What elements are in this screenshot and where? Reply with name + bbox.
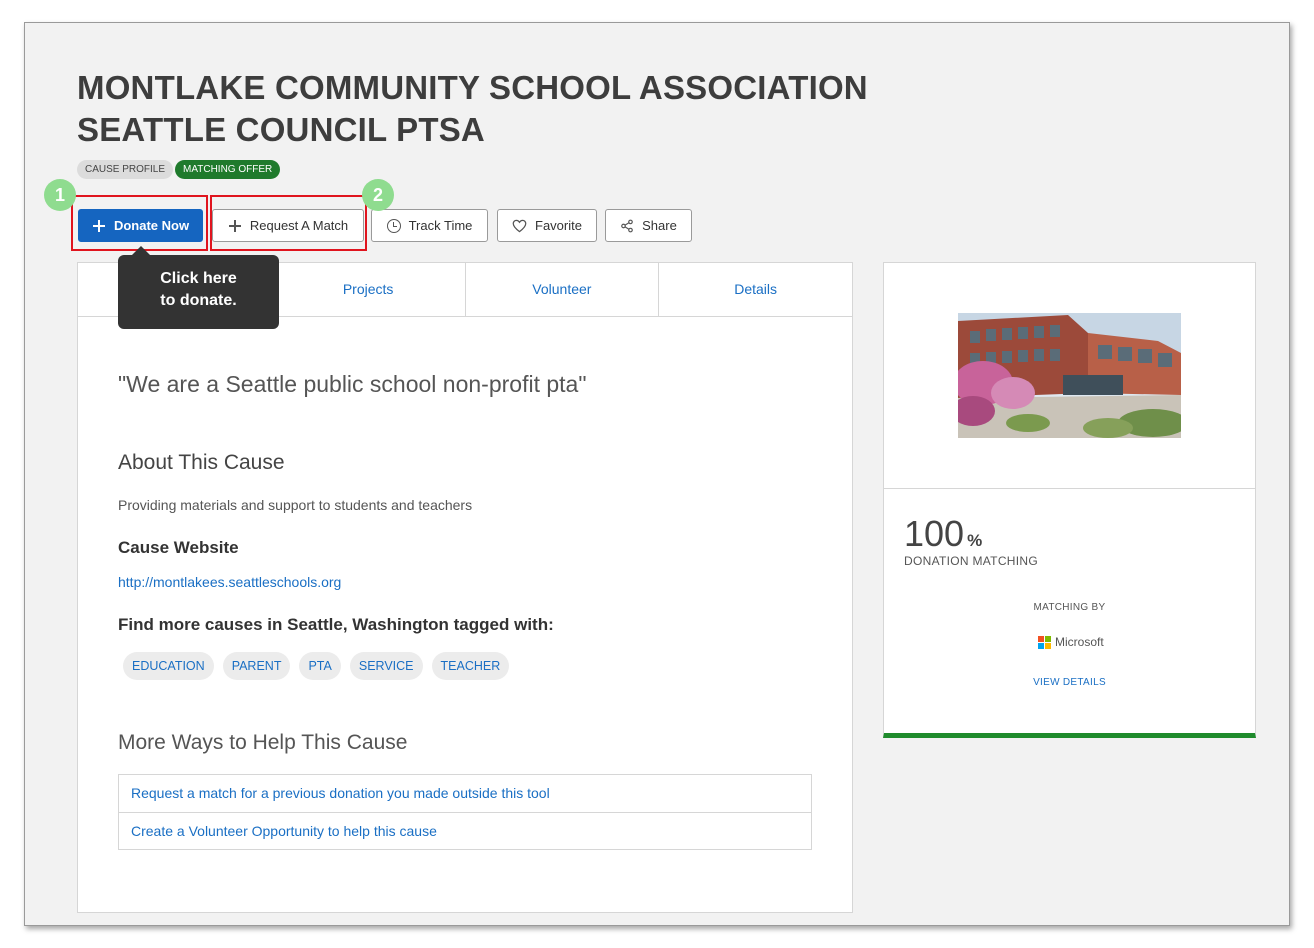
school-photo bbox=[958, 313, 1181, 438]
share-label: Share bbox=[642, 218, 677, 233]
more-ways-list: Request a match for a previous donation … bbox=[118, 774, 812, 850]
match-value: 100 bbox=[904, 513, 965, 554]
match-percentage: 100% bbox=[904, 513, 982, 555]
tab-projects[interactable]: Projects bbox=[270, 263, 465, 316]
donate-tooltip: Click here to donate. bbox=[118, 246, 279, 329]
tag-teacher[interactable]: TEACHER bbox=[431, 652, 510, 680]
create-volunteer-opportunity-link[interactable]: Create a Volunteer Opportunity to help t… bbox=[119, 812, 811, 849]
matching-by-label: MATCHING BY bbox=[1033, 602, 1106, 613]
sponsor-name: Microsoft bbox=[1055, 635, 1104, 649]
view-details-link[interactable]: VIEW DETAILS bbox=[884, 677, 1255, 688]
about-heading: About This Cause bbox=[118, 451, 285, 474]
request-previous-match-link[interactable]: Request a match for a previous donation … bbox=[119, 775, 811, 812]
matching-card: 100% DONATION MATCHING MATCHING BY Micro… bbox=[883, 262, 1256, 738]
matching-offer-badge: MATCHING OFFER bbox=[175, 160, 281, 179]
tooltip-line-2: to donate. bbox=[160, 292, 237, 309]
tag-service[interactable]: SERVICE bbox=[349, 652, 423, 680]
favorite-label: Favorite bbox=[535, 218, 582, 233]
cause-website-link[interactable]: http://montlakees.seattleschools.org bbox=[118, 574, 341, 590]
step-1-marker: 1 bbox=[44, 179, 76, 211]
heart-icon bbox=[512, 219, 527, 232]
cause-quote: "We are a Seattle public school non-prof… bbox=[118, 371, 587, 397]
tab-details[interactable]: Details bbox=[658, 263, 852, 316]
tab-volunteer[interactable]: Volunteer bbox=[464, 263, 659, 316]
clock-icon bbox=[386, 218, 401, 233]
find-causes-heading: Find more causes in Seattle, Washington … bbox=[118, 615, 554, 634]
cause-main-panel: Projects Volunteer Details "We are a Sea… bbox=[77, 262, 853, 913]
donation-matching-label: DONATION MATCHING bbox=[904, 554, 1038, 568]
cause-profile-badge: CAUSE PROFILE bbox=[77, 160, 174, 179]
about-text: Providing materials and support to stude… bbox=[118, 497, 473, 513]
sponsor: Microsoft bbox=[1038, 635, 1104, 649]
request-match-highlight-box bbox=[210, 195, 367, 251]
track-time-button[interactable]: Track Time bbox=[371, 209, 488, 242]
tag-list: EDUCATION PARENT PTA SERVICE TEACHER bbox=[123, 652, 510, 680]
tag-parent[interactable]: PARENT bbox=[222, 652, 291, 680]
tag-education[interactable]: EDUCATION bbox=[123, 652, 214, 680]
tag-pta[interactable]: PTA bbox=[299, 652, 341, 680]
card-divider bbox=[884, 488, 1255, 489]
step-2-marker: 2 bbox=[362, 179, 394, 211]
tooltip-line-1: Click here bbox=[160, 270, 237, 287]
app-window: MONTLAKE COMMUNITY SCHOOL ASSOCIATION SE… bbox=[24, 22, 1290, 926]
share-button[interactable]: Share bbox=[605, 209, 692, 242]
page-title-line-2: SEATTLE COUNCIL PTSA bbox=[77, 111, 485, 148]
website-heading: Cause Website bbox=[118, 538, 239, 557]
page-title: MONTLAKE COMMUNITY SCHOOL ASSOCIATION SE… bbox=[77, 67, 868, 151]
track-time-label: Track Time bbox=[408, 218, 473, 233]
share-icon bbox=[621, 219, 633, 232]
favorite-button[interactable]: Favorite bbox=[497, 209, 597, 242]
page-title-line-1: MONTLAKE COMMUNITY SCHOOL ASSOCIATION bbox=[77, 69, 868, 106]
donate-highlight-box bbox=[71, 195, 208, 251]
match-unit: % bbox=[967, 531, 983, 550]
more-ways-heading: More Ways to Help This Cause bbox=[118, 731, 408, 754]
microsoft-logo-icon bbox=[1038, 635, 1051, 649]
